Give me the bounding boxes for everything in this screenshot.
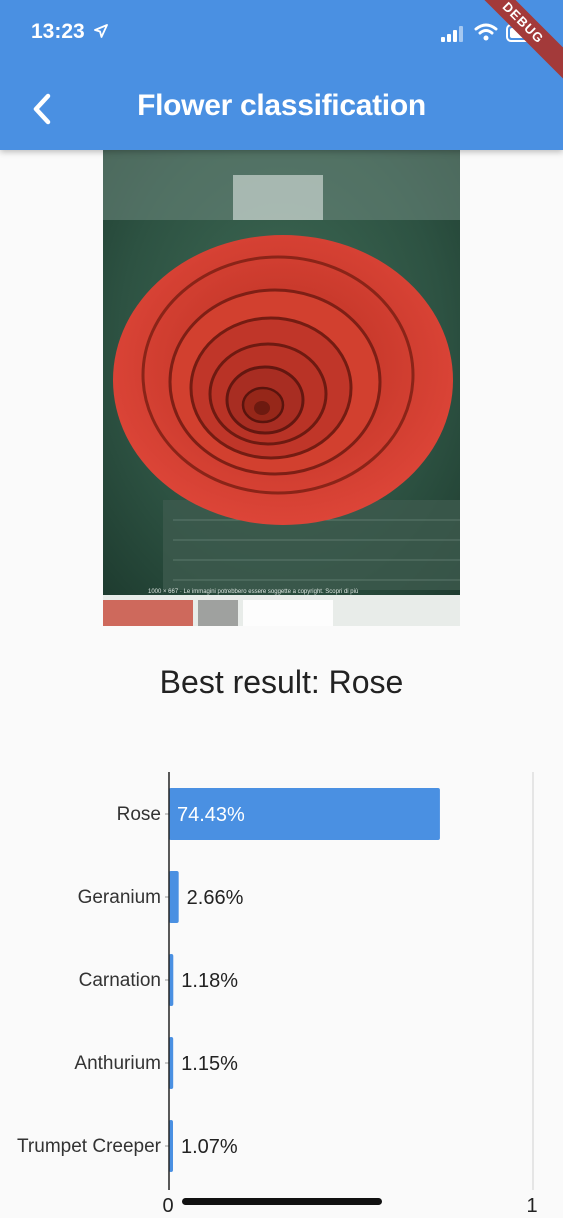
- chart-category-label-3: Anthurium: [74, 1053, 161, 1074]
- chart-value-label-4: 1.07%: [181, 1136, 238, 1158]
- chart-value-label-1: 2.66%: [187, 887, 244, 909]
- wifi-icon: [474, 23, 498, 46]
- chart-bar-1: [169, 871, 179, 923]
- status-time: 13:23: [31, 20, 85, 43]
- home-indicator[interactable]: [182, 1198, 382, 1205]
- chart-category-label-1: Geranium: [78, 887, 161, 908]
- cellular-signal-icon: [441, 26, 465, 47]
- probability-chart: Rose 74.43% Geranium 2.66% Carnation 1.18% Ant…: [0, 760, 563, 1218]
- page-title: Flower classification: [137, 89, 426, 122]
- location-arrow-icon: [94, 24, 108, 43]
- flower-photo: 1000 × 667 · Le immagini potrebbero esse…: [103, 150, 460, 626]
- probability-bar-chart: Rose 74.43% Geranium 2.66% Carnation 1.18% Ant…: [17, 772, 538, 1217]
- app-bar: 13:23 Flower classification: [0, 0, 563, 150]
- chart-value-label-3: 1.15%: [181, 1053, 238, 1075]
- chart-category-label-4: Trumpet Creeper: [17, 1136, 162, 1157]
- chart-x-tick-label-0: 0: [162, 1195, 173, 1217]
- chart-category-label-0: Rose: [117, 804, 161, 825]
- photo-caption-text: 1000 × 667 · Le immagini potrebbero esse…: [148, 589, 358, 595]
- best-result-label: Best result: Rose: [159, 664, 404, 700]
- chart-value-label-2: 1.18%: [181, 970, 238, 992]
- chart-x-tick-label-1: 1: [526, 1195, 537, 1217]
- chart-value-label-0: 74.43%: [177, 804, 245, 826]
- chart-category-label-2: Carnation: [79, 970, 161, 991]
